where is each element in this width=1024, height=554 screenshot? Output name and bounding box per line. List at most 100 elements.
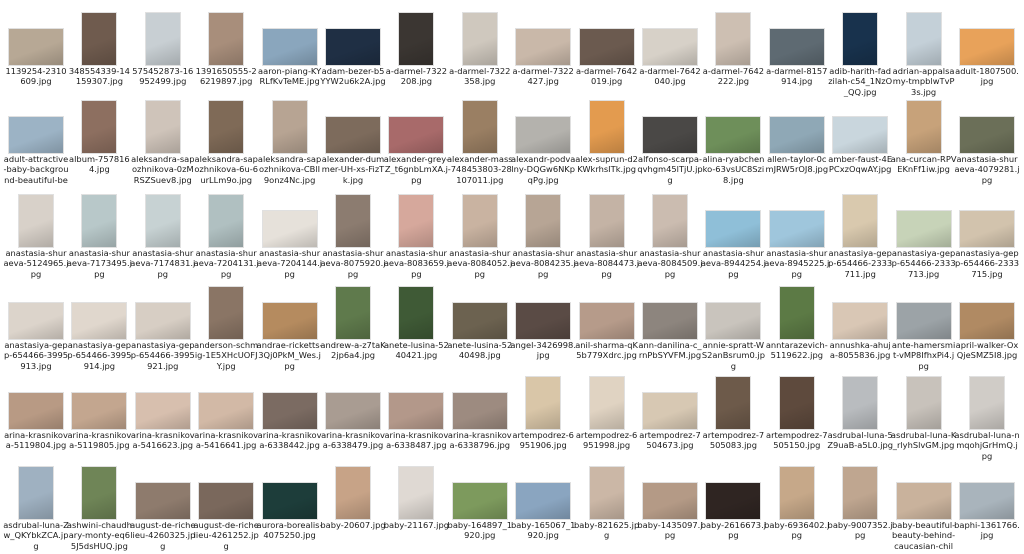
file-item[interactable]: anastasia-shuraeva-7174831.jpg xyxy=(130,190,195,282)
image-thumbnail[interactable] xyxy=(716,377,751,429)
image-thumbnail[interactable] xyxy=(653,195,687,247)
file-item[interactable]: anastasia-shuraeva-8944254.jpg xyxy=(701,190,766,282)
file-item[interactable]: adult-1807500.jpg xyxy=(955,8,1019,100)
image-thumbnail[interactable] xyxy=(960,117,1014,153)
file-item[interactable]: baby-164897_1920.jpg xyxy=(448,462,512,554)
file-item[interactable]: anastasia-shuraeva-8083659.jpg xyxy=(384,190,449,282)
image-thumbnail[interactable] xyxy=(336,287,370,339)
file-item[interactable]: baby-21167.jpg xyxy=(384,462,449,554)
image-thumbnail[interactable] xyxy=(272,101,307,153)
image-thumbnail[interactable] xyxy=(452,483,507,519)
file-item[interactable]: a-darmel-8157914.jpg xyxy=(766,8,827,100)
image-thumbnail[interactable] xyxy=(336,195,370,247)
file-item[interactable]: andrew-a-z7taK2jp6a4.jpg xyxy=(320,282,386,374)
image-thumbnail[interactable] xyxy=(199,483,254,519)
image-thumbnail[interactable] xyxy=(9,303,63,339)
file-item[interactable]: anete-lusina-5240421.jpg xyxy=(384,282,449,374)
file-item[interactable]: baby-6936402.jpg xyxy=(764,462,829,554)
file-item[interactable]: ann-danilina-c_rnPbSYVFM.jpg xyxy=(638,282,702,374)
image-thumbnail[interactable] xyxy=(579,29,634,65)
image-thumbnail[interactable] xyxy=(399,195,434,247)
file-item[interactable]: baby-1435097.jpg xyxy=(637,462,703,554)
image-thumbnail[interactable] xyxy=(9,393,63,429)
image-thumbnail[interactable] xyxy=(399,287,434,339)
file-item[interactable]: asdrubal-luna-Zw_QKYbkZCA.jpg xyxy=(3,462,69,554)
file-item[interactable]: arina-krasnikova-5416623.jpg xyxy=(131,372,195,464)
file-item[interactable]: anete-lusina-5240498.jpg xyxy=(447,282,512,374)
file-item[interactable]: album-7578164.jpg xyxy=(69,96,130,188)
file-item[interactable]: alex-suprun-d2KWkrhsITk.jpg xyxy=(575,96,638,188)
file-item[interactable]: alfonso-scarpa-qvhgm45lTjU.jpg xyxy=(637,96,703,188)
file-item[interactable]: a-darmel-7322358.jpg xyxy=(449,8,510,100)
image-thumbnail[interactable] xyxy=(960,303,1014,339)
file-item[interactable]: anastasiya-gepp-654466-2333711.jpg xyxy=(828,190,892,282)
image-thumbnail[interactable] xyxy=(262,483,317,519)
file-item[interactable]: anastasia-shuraeva-7204144.jpg xyxy=(257,190,322,282)
file-item[interactable]: ante-hamersmit-vMP8IfhxPi4.jpg xyxy=(892,282,955,374)
image-thumbnail[interactable] xyxy=(589,467,624,519)
file-item[interactable]: arina-krasnikova-6338796.jpg xyxy=(448,372,512,464)
file-item[interactable]: august-de-richelieu-4261252.jpg xyxy=(193,462,259,554)
image-thumbnail[interactable] xyxy=(19,467,53,519)
file-item[interactable]: anastasia-shuraeva-8084052.jpg xyxy=(447,190,512,282)
image-thumbnail[interactable] xyxy=(960,29,1014,65)
image-thumbnail[interactable] xyxy=(452,393,507,429)
file-item[interactable]: anntarazevich-5119622.jpg xyxy=(766,282,828,374)
image-thumbnail[interactable] xyxy=(906,101,941,153)
image-thumbnail[interactable] xyxy=(135,303,190,339)
file-item[interactable]: anastasia-shuraeva-8084235.jpg xyxy=(511,190,576,282)
image-thumbnail[interactable] xyxy=(199,393,254,429)
file-item[interactable]: adult-attractive-baby-background-beautif… xyxy=(4,96,68,188)
file-item[interactable]: asdrubal-luna-K_rlyhSlvGM.jpg xyxy=(891,372,956,464)
file-item[interactable]: artempodrez-7505083.jpg xyxy=(703,372,764,464)
image-thumbnail[interactable] xyxy=(706,303,761,339)
file-item[interactable]: anastasia-shuraeva-8084473.jpg xyxy=(574,190,639,282)
file-item[interactable]: anastasia-shuraeva-8084509.jpg xyxy=(637,190,703,282)
image-thumbnail[interactable] xyxy=(643,483,697,519)
image-thumbnail[interactable] xyxy=(906,377,941,429)
file-item[interactable]: a-darmel-7642040.jpg xyxy=(639,8,701,100)
file-item[interactable]: alexandr-podvalny-DQGw6NKpqPg.jpg xyxy=(511,96,575,188)
image-thumbnail[interactable] xyxy=(779,467,814,519)
file-item[interactable]: a-darmel-7642019.jpg xyxy=(576,8,637,100)
file-item[interactable]: adrian-appalsamy-tmpblwTvP3s.jpg xyxy=(893,8,955,100)
image-thumbnail[interactable] xyxy=(833,303,888,339)
image-thumbnail[interactable] xyxy=(209,13,244,65)
image-thumbnail[interactable] xyxy=(326,117,380,153)
file-item[interactable]: asdrubal-luna-nmqohjGrHmQ.jpg xyxy=(954,372,1020,464)
image-thumbnail[interactable] xyxy=(769,29,824,65)
image-thumbnail[interactable] xyxy=(769,117,824,153)
image-thumbnail[interactable] xyxy=(82,467,117,519)
image-thumbnail[interactable] xyxy=(896,303,951,339)
file-item[interactable]: anil-sharma-qK5b779Xdrc.jpg xyxy=(575,282,638,374)
image-thumbnail[interactable] xyxy=(209,287,244,339)
image-thumbnail[interactable] xyxy=(336,467,370,519)
image-thumbnail[interactable] xyxy=(145,101,180,153)
image-thumbnail[interactable] xyxy=(72,303,127,339)
file-item[interactable]: arina-krasnikova-5119804.jpg xyxy=(4,372,68,464)
file-item[interactable]: baby-2616673.jpg xyxy=(701,462,766,554)
file-item[interactable]: alexander-grey-Z_t6gnbLmXA.jpg xyxy=(384,96,449,188)
file-item[interactable]: anastasia-shuraeva-8945225.jpg xyxy=(764,190,829,282)
image-thumbnail[interactable] xyxy=(82,101,117,153)
image-thumbnail[interactable] xyxy=(843,467,878,519)
file-item[interactable]: august-de-richelieu-4260325.jpg xyxy=(130,462,196,554)
file-item[interactable]: artempodrez-7505150.jpg xyxy=(766,372,828,464)
image-thumbnail[interactable] xyxy=(896,483,951,519)
file-item[interactable]: arina-krasnikova-5119805.jpg xyxy=(67,372,131,464)
file-item[interactable]: anastasiya-gepp-654466-2333713.jpg xyxy=(892,190,956,282)
file-item[interactable]: amber-faust-4EPCxzOqwAY.jpg xyxy=(828,96,892,188)
file-item[interactable]: arina-krasnikova-5416641.jpg xyxy=(194,372,258,464)
image-thumbnail[interactable] xyxy=(843,195,878,247)
file-item[interactable]: anastasiya-gepp-654466-2333715.jpg xyxy=(955,190,1019,282)
file-item[interactable]: 575452873-16952499.jpg xyxy=(132,8,193,100)
image-thumbnail[interactable] xyxy=(516,117,571,153)
image-thumbnail[interactable] xyxy=(833,117,888,153)
image-thumbnail[interactable] xyxy=(589,377,624,429)
file-item[interactable]: alina-ryabchenko-63vsUC8Szi8.jpg xyxy=(702,96,764,188)
file-item[interactable]: arina-krasnikova-6338442.jpg xyxy=(258,372,322,464)
image-thumbnail[interactable] xyxy=(389,117,444,153)
file-item[interactable]: adib-harith-fadzilah-c54_1NzO_QQ.jpg xyxy=(828,8,892,100)
file-item[interactable]: artempodrez-6951998.jpg xyxy=(576,372,637,464)
image-thumbnail[interactable] xyxy=(209,195,244,247)
